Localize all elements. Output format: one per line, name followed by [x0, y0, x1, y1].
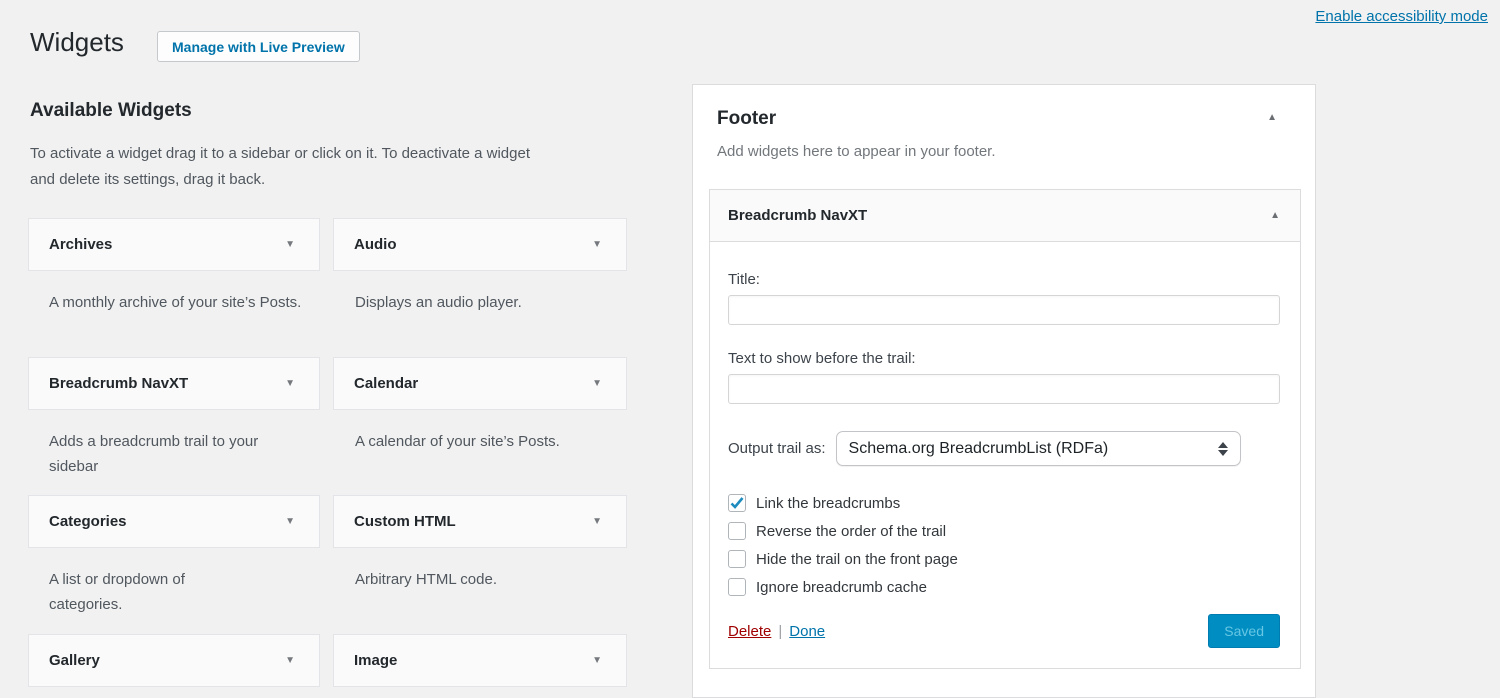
- available-widgets-heading: Available Widgets: [30, 100, 192, 122]
- widget-card-title: Gallery: [49, 635, 100, 687]
- chevron-down-icon[interactable]: ▼: [285, 219, 295, 271]
- chevron-up-icon[interactable]: ▲: [1267, 112, 1277, 123]
- checkbox-ignore-cache[interactable]: Ignore breadcrumb cache: [728, 573, 1280, 601]
- chevron-down-icon[interactable]: ▼: [592, 496, 602, 548]
- page-title: Widgets: [30, 27, 124, 58]
- sidebar-panel-description: Add widgets here to appear in your foote…: [717, 143, 1291, 160]
- checkbox-label: Ignore breadcrumb cache: [756, 579, 927, 596]
- checkbox-link-breadcrumbs[interactable]: Link the breadcrumbs: [728, 489, 1280, 517]
- options-checkbox-group: Link the breadcrumbs Reverse the order o…: [728, 489, 1280, 601]
- chevron-down-icon[interactable]: ▼: [285, 358, 295, 410]
- breadcrumb-navxt-widget-header[interactable]: Breadcrumb NavXT ▲: [710, 190, 1300, 242]
- widget-footer-actions: Delete | Done Saved: [728, 614, 1280, 648]
- chevron-down-icon[interactable]: ▼: [285, 635, 295, 687]
- action-separator: |: [778, 623, 782, 640]
- chevron-down-icon[interactable]: ▼: [592, 635, 602, 687]
- widget-card-description: A list or dropdown of categories.: [49, 567, 224, 617]
- chevron-down-icon[interactable]: ▼: [592, 219, 602, 271]
- widget-card-title: Categories: [49, 496, 127, 548]
- breadcrumb-navxt-widget-body: Title: Text to show before the trail: Ou…: [710, 242, 1300, 668]
- widget-card-categories[interactable]: Categories ▼: [28, 495, 320, 548]
- chevron-down-icon[interactable]: ▼: [592, 358, 602, 410]
- widget-card-title: Breadcrumb NavXT: [49, 358, 188, 410]
- checkbox-label: Hide the trail on the front page: [756, 551, 958, 568]
- output-trail-select[interactable]: Schema.org BreadcrumbList (RDFa): [836, 431, 1241, 466]
- done-link[interactable]: Done: [789, 623, 825, 640]
- checkbox-unchecked[interactable]: [728, 550, 746, 568]
- chevron-up-icon[interactable]: ▲: [1270, 190, 1280, 241]
- title-input[interactable]: [728, 295, 1280, 325]
- widgets-admin-page: Enable accessibility mode Widgets Manage…: [0, 0, 1500, 697]
- widget-card-title: Audio: [354, 219, 397, 271]
- manage-live-preview-button[interactable]: Manage with Live Preview: [157, 31, 360, 62]
- checkbox-checked[interactable]: [728, 494, 746, 512]
- checkbox-label: Reverse the order of the trail: [756, 523, 946, 540]
- widget-card-description: Adds a breadcrumb trail to your sidebar: [49, 429, 264, 479]
- widget-card-breadcrumb-navxt[interactable]: Breadcrumb NavXT ▼: [28, 357, 320, 410]
- widget-card-gallery[interactable]: Gallery ▼: [28, 634, 320, 687]
- sidebar-panel-title: Footer: [717, 108, 1291, 130]
- updown-stepper-icon: [1204, 442, 1228, 456]
- chevron-down-icon[interactable]: ▼: [285, 496, 295, 548]
- widget-card-calendar[interactable]: Calendar ▼: [333, 357, 627, 410]
- widget-card-archives[interactable]: Archives ▼: [28, 218, 320, 271]
- widget-card-description: A calendar of your site’s Posts.: [355, 429, 635, 454]
- widget-title: Breadcrumb NavXT: [728, 207, 867, 224]
- footer-sidebar-panel: Footer ▲ Add widgets here to appear in y…: [692, 84, 1316, 698]
- widget-card-title: Image: [354, 635, 397, 687]
- saved-button[interactable]: Saved: [1208, 614, 1280, 648]
- widget-card-audio[interactable]: Audio ▼: [333, 218, 627, 271]
- enable-accessibility-link[interactable]: Enable accessibility mode: [1315, 8, 1488, 25]
- widget-card-image[interactable]: Image ▼: [333, 634, 627, 687]
- checkbox-hide-front-page[interactable]: Hide the trail on the front page: [728, 545, 1280, 573]
- checkbox-label: Link the breadcrumbs: [756, 495, 900, 512]
- output-trail-selected-value: Schema.org BreadcrumbList (RDFa): [849, 440, 1109, 458]
- checkmark-icon: [729, 495, 745, 511]
- widget-card-custom-html[interactable]: Custom HTML ▼: [333, 495, 627, 548]
- pretext-field-label: Text to show before the trail:: [728, 350, 1280, 367]
- widget-card-title: Calendar: [354, 358, 418, 410]
- widget-card-description: Displays an audio player.: [355, 290, 635, 315]
- checkbox-unchecked[interactable]: [728, 522, 746, 540]
- output-trail-label: Output trail as:: [728, 440, 826, 457]
- breadcrumb-navxt-widget: Breadcrumb NavXT ▲ Title: Text to show b…: [709, 189, 1301, 669]
- widget-card-title: Archives: [49, 219, 112, 271]
- title-field-label: Title:: [728, 271, 1280, 288]
- available-widgets-description: To activate a widget drag it to a sideba…: [30, 141, 530, 193]
- delete-link[interactable]: Delete: [728, 623, 771, 640]
- widget-card-description: Arbitrary HTML code.: [355, 567, 635, 592]
- widget-card-description: A monthly archive of your site’s Posts.: [49, 290, 304, 315]
- widget-card-title: Custom HTML: [354, 496, 456, 548]
- checkbox-unchecked[interactable]: [728, 578, 746, 596]
- pretext-input[interactable]: [728, 374, 1280, 404]
- checkbox-reverse-order[interactable]: Reverse the order of the trail: [728, 517, 1280, 545]
